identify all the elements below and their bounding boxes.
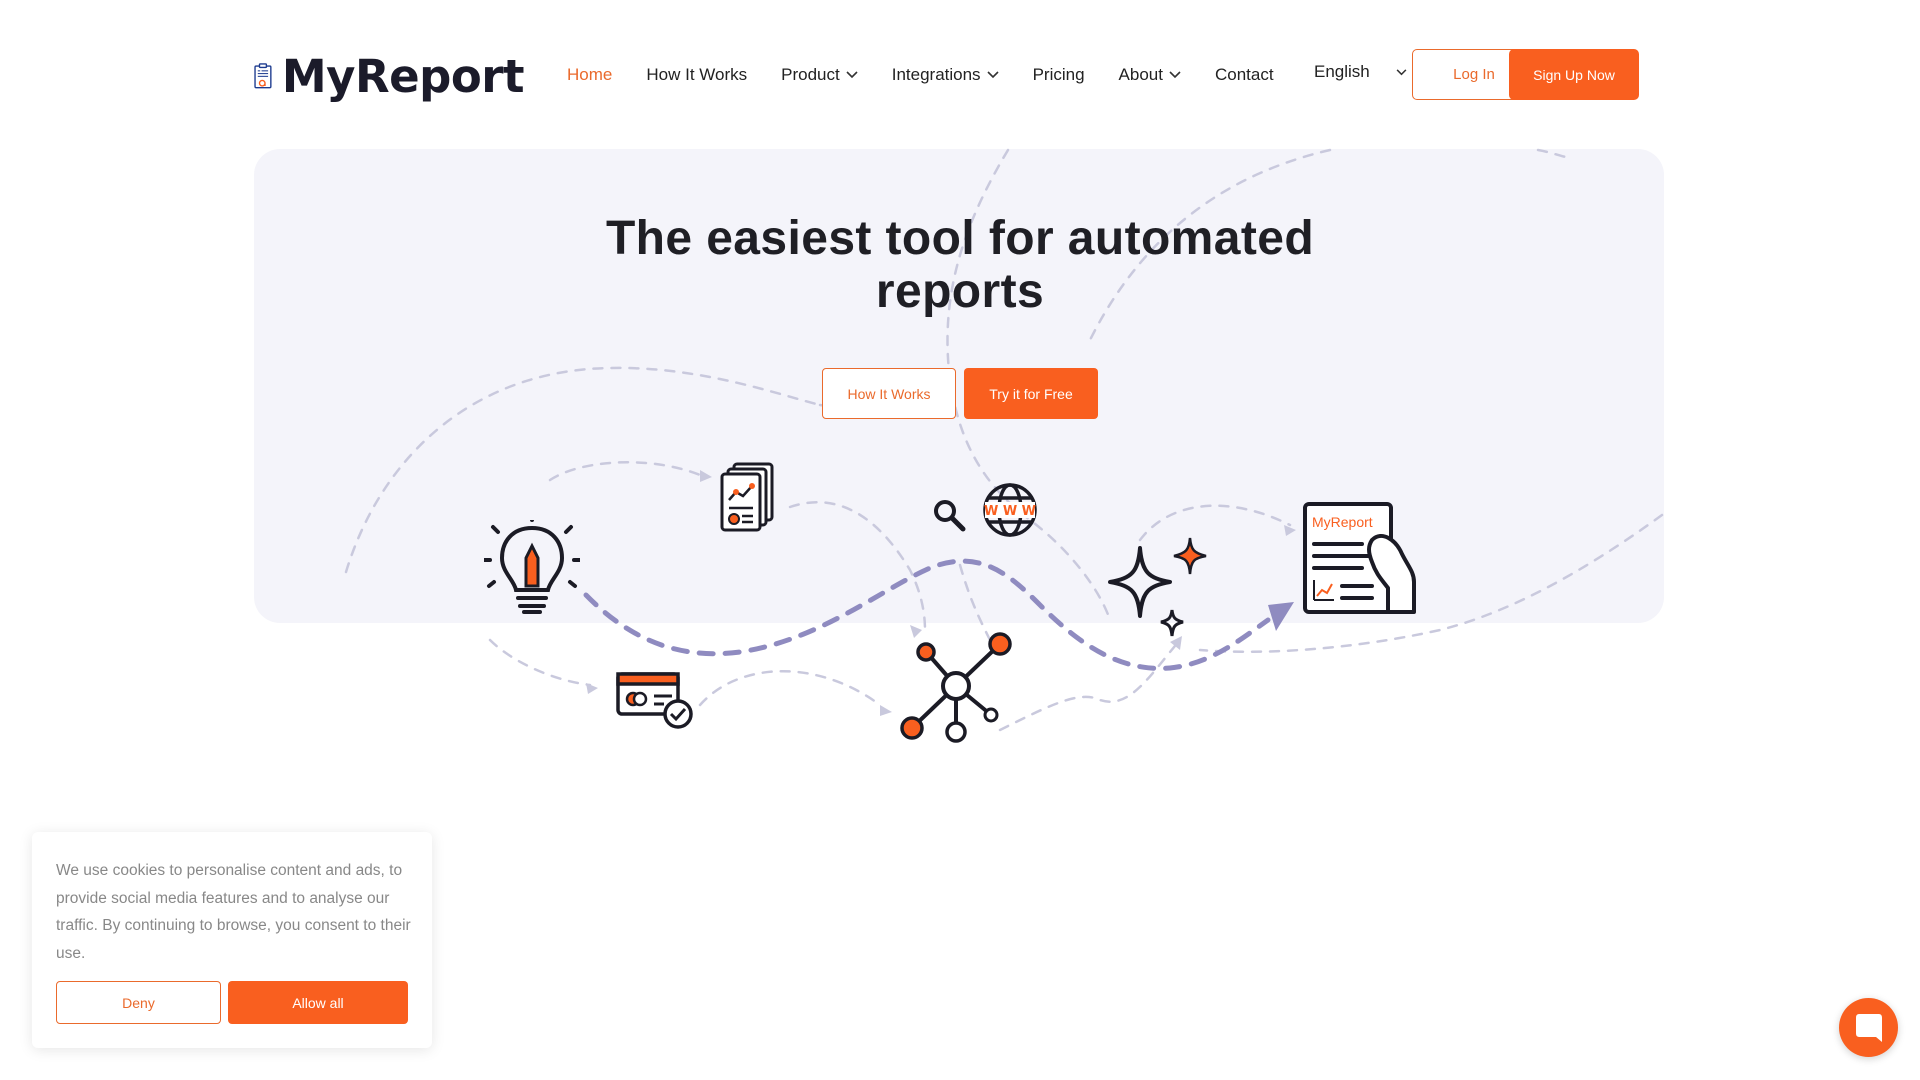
nav-integrations-label: Integrations — [891, 65, 981, 84]
globe-www-text: W W W — [984, 504, 1036, 519]
nav-product-label: Product — [781, 65, 840, 84]
report-pages-icon — [720, 462, 774, 532]
site-header: MyReport Home How It Works Product Integ… — [0, 0, 1920, 150]
chevron-down-icon — [846, 71, 858, 79]
network-icon — [900, 632, 1012, 743]
nav-integrations[interactable]: Integrations — [892, 65, 999, 85]
cookie-allow-all-button[interactable]: Allow all — [228, 981, 408, 1024]
nav-contact-label: Contact — [1214, 65, 1274, 84]
nav-about[interactable]: About — [1119, 65, 1181, 85]
nav-pricing[interactable]: Pricing — [1033, 65, 1085, 85]
lightbulb-icon — [484, 520, 580, 614]
brand-name: MyReport — [281, 49, 525, 103]
search-icon — [934, 500, 966, 532]
chat-icon — [1855, 1013, 1882, 1042]
nav-home[interactable]: Home — [567, 65, 612, 85]
chevron-down-icon — [1169, 71, 1181, 79]
sparkles-icon — [1108, 537, 1207, 637]
main-nav: Home How It Works Product Integrations P… — [567, 60, 1274, 90]
nav-how-it-works-label: How It Works — [646, 65, 748, 84]
hero-try-free-button[interactable]: Try it for Free — [964, 368, 1098, 419]
nav-home-label: Home — [567, 65, 613, 84]
clipboard-logo-icon — [254, 63, 272, 89]
payment-card-icon — [616, 672, 693, 729]
language-value: English — [1314, 62, 1370, 81]
cookie-text: We use cookies to personalise content an… — [56, 862, 411, 962]
nav-product[interactable]: Product — [781, 65, 858, 85]
hero-title: The easiest tool for automated reports — [605, 212, 1315, 318]
nav-how-it-works[interactable]: How It Works — [646, 65, 747, 85]
brand-logo[interactable]: MyReport — [254, 38, 525, 114]
cookie-banner: We use cookies to personalise content an… — [32, 832, 432, 1048]
nav-pricing-label: Pricing — [1032, 65, 1085, 84]
chevron-down-icon — [1396, 68, 1407, 75]
nav-about-label: About — [1118, 65, 1163, 84]
signup-button[interactable]: Sign Up Now — [1509, 49, 1639, 100]
nav-contact[interactable]: Contact — [1215, 65, 1274, 85]
report-badge-text: MyReport — [1312, 514, 1373, 530]
cookie-deny-button[interactable]: Deny — [56, 981, 221, 1024]
globe-icon: W W W — [983, 483, 1037, 537]
language-select[interactable]: English — [1314, 62, 1407, 82]
hero-how-it-works-button[interactable]: How It Works — [822, 368, 956, 419]
report-hand-icon: MyReport — [1303, 502, 1416, 614]
chevron-down-icon — [986, 71, 999, 79]
chat-launcher-button[interactable] — [1839, 998, 1898, 1057]
